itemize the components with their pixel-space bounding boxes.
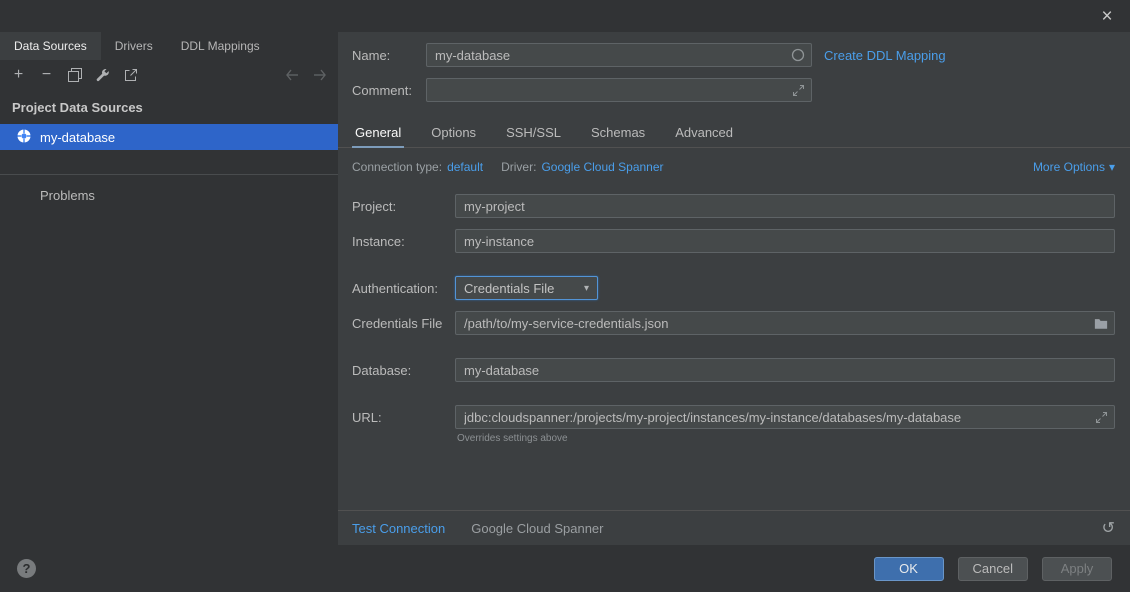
open-in-new-button[interactable] xyxy=(122,67,139,84)
datasource-item-my-database[interactable]: my-database xyxy=(0,124,338,150)
sidebar-tab-data-sources[interactable]: Data Sources xyxy=(0,32,101,60)
database-row: Database: xyxy=(352,358,1115,382)
data-sources-dialog: × Data Sources Drivers DDL Mappings + − xyxy=(0,0,1130,592)
url-label: URL: xyxy=(352,410,455,425)
sidebar-tab-drivers[interactable]: Drivers xyxy=(101,32,167,60)
comment-row: Comment: xyxy=(352,78,1115,102)
url-expand-icon[interactable] xyxy=(1094,410,1108,424)
revert-icon[interactable]: ↺ xyxy=(1102,518,1115,538)
credentials-file-label: Credentials File xyxy=(352,316,455,331)
bottom-bar: ? OK Cancel Apply xyxy=(0,545,1130,592)
sidebar: Data Sources Drivers DDL Mappings + − xyxy=(0,32,338,545)
apply-button[interactable]: Apply xyxy=(1042,557,1112,581)
wrench-icon xyxy=(95,68,110,83)
arrow-right-icon xyxy=(313,69,327,81)
footer-driver-name: Google Cloud Spanner xyxy=(471,521,603,536)
ok-button[interactable]: OK xyxy=(874,557,944,581)
question-icon: ? xyxy=(23,561,31,576)
export-icon xyxy=(123,68,138,83)
datasource-label: my-database xyxy=(40,130,115,145)
tab-schemas[interactable]: Schemas xyxy=(588,118,648,147)
copy-icon xyxy=(68,68,82,82)
create-ddl-mapping-link[interactable]: Create DDL Mapping xyxy=(824,48,946,63)
remove-button[interactable]: − xyxy=(38,67,55,84)
project-row: Project: xyxy=(352,194,1115,218)
chevron-down-icon: ▾ xyxy=(1109,160,1115,174)
help-button[interactable]: ? xyxy=(17,559,36,578)
properties-button[interactable] xyxy=(94,67,111,84)
close-icon[interactable]: × xyxy=(1096,7,1118,26)
sync-name-icon[interactable] xyxy=(791,48,805,62)
more-options-link[interactable]: More Options xyxy=(1033,160,1105,174)
add-button[interactable]: + xyxy=(10,67,27,84)
tab-options[interactable]: Options xyxy=(428,118,479,147)
plus-icon: + xyxy=(14,67,23,83)
test-connection-row: Test Connection Google Cloud Spanner ↺ xyxy=(338,510,1130,545)
cancel-button[interactable]: Cancel xyxy=(958,557,1028,581)
expand-comment-icon[interactable] xyxy=(791,83,805,97)
database-input[interactable] xyxy=(455,358,1115,382)
credentials-file-row: Credentials File xyxy=(352,311,1115,335)
titlebar: × xyxy=(0,0,1130,32)
project-label: Project: xyxy=(352,199,455,214)
connection-type-row: Connection type: default Driver: Google … xyxy=(352,157,1115,177)
test-connection-link[interactable]: Test Connection xyxy=(352,521,445,536)
connection-type-label: Connection type: xyxy=(352,160,442,174)
settings-tabs: General Options SSH/SSL Schemas Advanced xyxy=(338,118,1130,148)
name-input[interactable] xyxy=(426,43,812,67)
url-row: URL: xyxy=(352,405,1115,429)
arrow-left-icon xyxy=(285,69,299,81)
tab-advanced[interactable]: Advanced xyxy=(672,118,736,147)
authentication-select[interactable]: Credentials File ▾ xyxy=(455,276,598,300)
dropdown-caret-icon: ▾ xyxy=(584,283,589,294)
sidebar-tabs: Data Sources Drivers DDL Mappings xyxy=(0,32,338,60)
sidebar-tab-ddl-mappings[interactable]: DDL Mappings xyxy=(167,32,274,60)
instance-label: Instance: xyxy=(352,234,455,249)
authentication-label: Authentication: xyxy=(352,281,455,296)
spanner-icon xyxy=(16,128,32,147)
url-input[interactable] xyxy=(455,405,1115,429)
project-data-sources-label: Project Data Sources xyxy=(0,90,338,121)
connection-type-value[interactable]: default xyxy=(447,160,483,174)
back-button[interactable] xyxy=(283,67,300,84)
driver-label: Driver: xyxy=(501,160,536,174)
comment-input[interactable] xyxy=(426,78,812,102)
credentials-file-input[interactable] xyxy=(455,311,1115,335)
tab-general[interactable]: General xyxy=(352,118,404,147)
forward-button[interactable] xyxy=(311,67,328,84)
authentication-row: Authentication: Credentials File ▾ xyxy=(352,276,1115,300)
duplicate-button[interactable] xyxy=(66,67,83,84)
instance-row: Instance: xyxy=(352,229,1115,253)
driver-value-link[interactable]: Google Cloud Spanner xyxy=(541,160,663,174)
url-hint: Overrides settings above xyxy=(457,433,1115,444)
problems-item[interactable]: Problems xyxy=(0,175,338,203)
name-label: Name: xyxy=(352,48,426,63)
authentication-value: Credentials File xyxy=(464,281,554,296)
folder-icon[interactable] xyxy=(1094,316,1108,330)
comment-label: Comment: xyxy=(352,83,426,98)
minus-icon: − xyxy=(42,67,51,83)
sidebar-toolbar: + − xyxy=(0,60,338,90)
name-row: Name: Create DDL Mapping xyxy=(352,43,1115,67)
project-input[interactable] xyxy=(455,194,1115,218)
instance-input[interactable] xyxy=(455,229,1115,253)
database-label: Database: xyxy=(352,363,455,378)
tab-ssh-ssl[interactable]: SSH/SSL xyxy=(503,118,564,147)
main-panel: Name: Create DDL Mapping Comment: Genera… xyxy=(338,32,1130,545)
